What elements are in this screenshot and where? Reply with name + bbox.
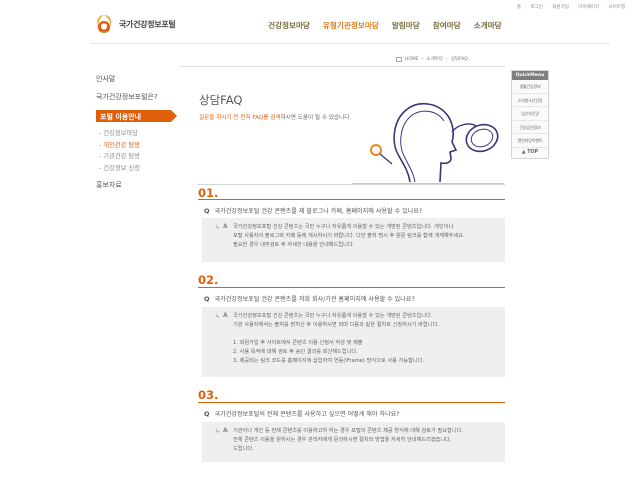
- answer-mark: A: [223, 223, 228, 230]
- question-mark: Q: [204, 294, 210, 303]
- reply-arrow-icon: ↳: [215, 313, 221, 320]
- answer-line: [233, 330, 501, 339]
- answer-mark: A: [223, 312, 228, 319]
- quick-menu: QuickMenu 생활건강정보 소아청소년건강 임산부건강 건강검진정보 열린…: [511, 70, 549, 159]
- breadcrumb-divider: [180, 66, 505, 67]
- answer-line: 전체 콘텐츠 이용을 원하시는 경우 관리자에게 문의하시면 절차와 방법을 자…: [233, 437, 452, 443]
- lnb-item-guide-active[interactable]: 포털 이용안내: [96, 110, 177, 122]
- lnb-item-about-portal[interactable]: 국가건강정보포털은?: [96, 92, 186, 102]
- gnb-agency-info[interactable]: 유형기관정보마당: [323, 20, 379, 31]
- question-text: 국가건강정보포털의 전체 콘텐츠를 사용하고 싶으면 어떻게 해야 하나요?: [214, 411, 400, 418]
- intro-highlight: 질문을 하시기 전 먼저 FAQ를 검색: [199, 115, 281, 121]
- lnb-sub-label: 건강정보 신청: [103, 164, 141, 172]
- reply-arrow-icon: ↳: [215, 224, 221, 231]
- reply-arrow-icon: ↳: [215, 428, 221, 435]
- faq-answer-box: ↳ A 국가건강정보포털 건강 콘텐츠는 국민 누구나 자유롭게 이용할 수 있…: [202, 307, 505, 377]
- util-link-login[interactable]: 로그인: [530, 4, 542, 10]
- utility-nav: 홈 · 로그인 · 회원가입 · 마이페이지 · 사이트맵: [516, 4, 625, 10]
- answer-line: 2. 사용 목적에 대해 검토 후 승인 결과를 회신해드립니다.: [233, 349, 358, 355]
- lnb-item-pr[interactable]: 홍보자료: [96, 180, 186, 190]
- util-link-join[interactable]: 회원가입: [552, 4, 569, 10]
- header-divider: [90, 43, 610, 44]
- logo-mark: [92, 12, 116, 36]
- intro-text: 질문을 하시기 전 먼저 FAQ를 검색하시면 도움이 될 수 있습니다.: [199, 113, 351, 121]
- answer-text: 기관이나 개인 등 전체 콘텐츠를 이용하고자 하는 경우 포털의 콘텐츠 제공…: [233, 427, 501, 454]
- question-text: 국가건강정보포털 건강 콘텐츠를 저희 회사/기관 홈페이지에 사용할 수 있나…: [214, 296, 415, 303]
- title-divider: [197, 184, 505, 185]
- faq-question[interactable]: Q 국가건강정보포털의 전체 콘텐츠를 사용하고 싶으면 어떻게 해야 하나요?: [204, 409, 400, 419]
- intro-rest: 하시면 도움이 될 수 있습니다.: [280, 115, 352, 121]
- answer-text: 국가건강정보포털 건강 콘텐츠는 국민 누구나 자유롭게 이용할 수 있는 개방…: [233, 223, 501, 250]
- chevron-right-icon: ›: [446, 56, 448, 62]
- gnb-health-info[interactable]: 건강정보마당: [268, 20, 310, 31]
- answer-line: 국가건강정보포털 건강 콘텐츠는 국민 누구나 자유롭게 이용할 수 있는 개방…: [233, 224, 454, 230]
- answer-line: 필요한 경우 내부검토 후 자세한 내용을 안내해드립니다.: [233, 242, 355, 248]
- page-title: 상담FAQ: [199, 93, 243, 107]
- chevron-right-icon: ›: [421, 56, 424, 62]
- top-button[interactable]: ▲ TOP: [512, 148, 548, 158]
- lnb-sub-item[interactable]: - 기관건강 탐방: [96, 151, 186, 160]
- faq-divider: [198, 402, 505, 403]
- answer-line: 드립니다.: [233, 446, 254, 452]
- question-text: 국가건강정보포털 건강 콘텐츠를 제 블로그나 카페, 홈페이지에 사용할 수 …: [214, 208, 423, 215]
- question-mark: Q: [204, 409, 210, 418]
- breadcrumb-home[interactable]: HOME: [405, 57, 419, 62]
- faq-number: 02.: [198, 273, 219, 287]
- util-link-sitemap[interactable]: 사이트맵: [608, 4, 625, 10]
- quick-menu-item[interactable]: 생활건강정보: [512, 80, 548, 94]
- gnb-notice[interactable]: 알림마당: [392, 20, 420, 31]
- consultation-illustration: [352, 103, 504, 184]
- answer-line: 포털 사용자의 블로그와 카페 등에 게시하시기 바랍니다. 다만 출처 명시 …: [233, 233, 465, 239]
- answer-line: 국가건강정보포털 건강 콘텐츠는 국민 누구나 자유롭게 이용할 수 있는 개방…: [233, 313, 433, 319]
- logo-text: 국가건강정보포털: [119, 19, 176, 29]
- answer-line: 3. 제공되는 링크 코드를 홈페이지에 삽입하여 연동(iFrame) 방식으…: [233, 358, 425, 364]
- faq-answer-box: ↳ A 기관이나 개인 등 전체 콘텐츠를 이용하고자 하는 경우 포털의 콘텐…: [202, 422, 505, 462]
- faq-question[interactable]: Q 국가건강정보포털 건강 콘텐츠를 저희 회사/기관 홈페이지에 사용할 수 …: [204, 294, 415, 304]
- left-nav: 인사말 국가건강정보포털은? 포털 이용안내 - 건강정보마당 - 개인건강 탐…: [96, 74, 186, 198]
- lnb-item-greeting[interactable]: 인사말: [96, 74, 186, 84]
- question-mark: Q: [204, 206, 210, 215]
- util-link-mypage[interactable]: 마이페이지: [578, 4, 599, 10]
- lnb-sub-item-active[interactable]: - 개인건강 탐방: [96, 140, 186, 149]
- lnb-sub-label: 개인건강 탐방: [103, 141, 141, 149]
- breadcrumb: HOME › 소개마당 › 상담FAQ: [396, 56, 468, 62]
- faq-question[interactable]: Q 국가건강정보포털 건강 콘텐츠를 제 블로그나 카페, 홈페이지에 사용할 …: [204, 206, 423, 216]
- quick-menu-item[interactable]: 열린마당이벤트: [512, 134, 548, 148]
- util-link-home[interactable]: 홈: [517, 4, 521, 10]
- quick-menu-title: QuickMenu: [512, 71, 548, 80]
- answer-line: 기관 사용자께서는 출처를 밝히신 후 이용하시면 되며 다음과 같은 절차로 …: [233, 322, 439, 328]
- quick-menu-item[interactable]: 임산부건강: [512, 107, 548, 121]
- breadcrumb-current: 상담FAQ: [450, 57, 468, 62]
- home-icon: [396, 56, 402, 62]
- faq-number: 01.: [198, 186, 219, 200]
- answer-line: 1. 회원가입 후 사이트에서 콘텐츠 이용 신청서 작성 및 제출: [233, 340, 363, 346]
- faq-number: 03.: [198, 388, 219, 402]
- faq-divider: [198, 199, 505, 200]
- gnb-participation[interactable]: 참여마당: [433, 20, 461, 31]
- quick-menu-item[interactable]: 건강검진정보: [512, 121, 548, 134]
- breadcrumb-section[interactable]: 소개마당: [426, 56, 443, 62]
- faq-divider: [198, 287, 505, 288]
- quick-menu-item[interactable]: 소아청소년건강: [512, 94, 548, 107]
- global-nav: 건강정보마당 유형기관정보마당 알림마당 참여마당 소개마당: [268, 20, 638, 31]
- lnb-sub-label: 기관건강 탐방: [103, 153, 141, 161]
- answer-mark: A: [223, 427, 228, 434]
- site-logo[interactable]: 국가건강정보포털: [92, 10, 182, 38]
- lnb-sub-item[interactable]: - 건강정보마당: [96, 128, 186, 137]
- answer-text: 국가건강정보포털 건강 콘텐츠는 국민 누구나 자유롭게 이용할 수 있는 개방…: [233, 312, 501, 366]
- faq-answer-box: ↳ A 국가건강정보포털 건강 콘텐츠는 국민 누구나 자유롭게 이용할 수 있…: [202, 218, 505, 262]
- gnb-about[interactable]: 소개마당: [474, 20, 502, 31]
- lnb-sub-label: 건강정보마당: [103, 130, 139, 137]
- answer-line: 기관이나 개인 등 전체 콘텐츠를 이용하고자 하는 경우 포털의 콘텐츠 제공…: [233, 428, 463, 434]
- lnb-sub-item[interactable]: - 건강정보 신청: [96, 163, 186, 172]
